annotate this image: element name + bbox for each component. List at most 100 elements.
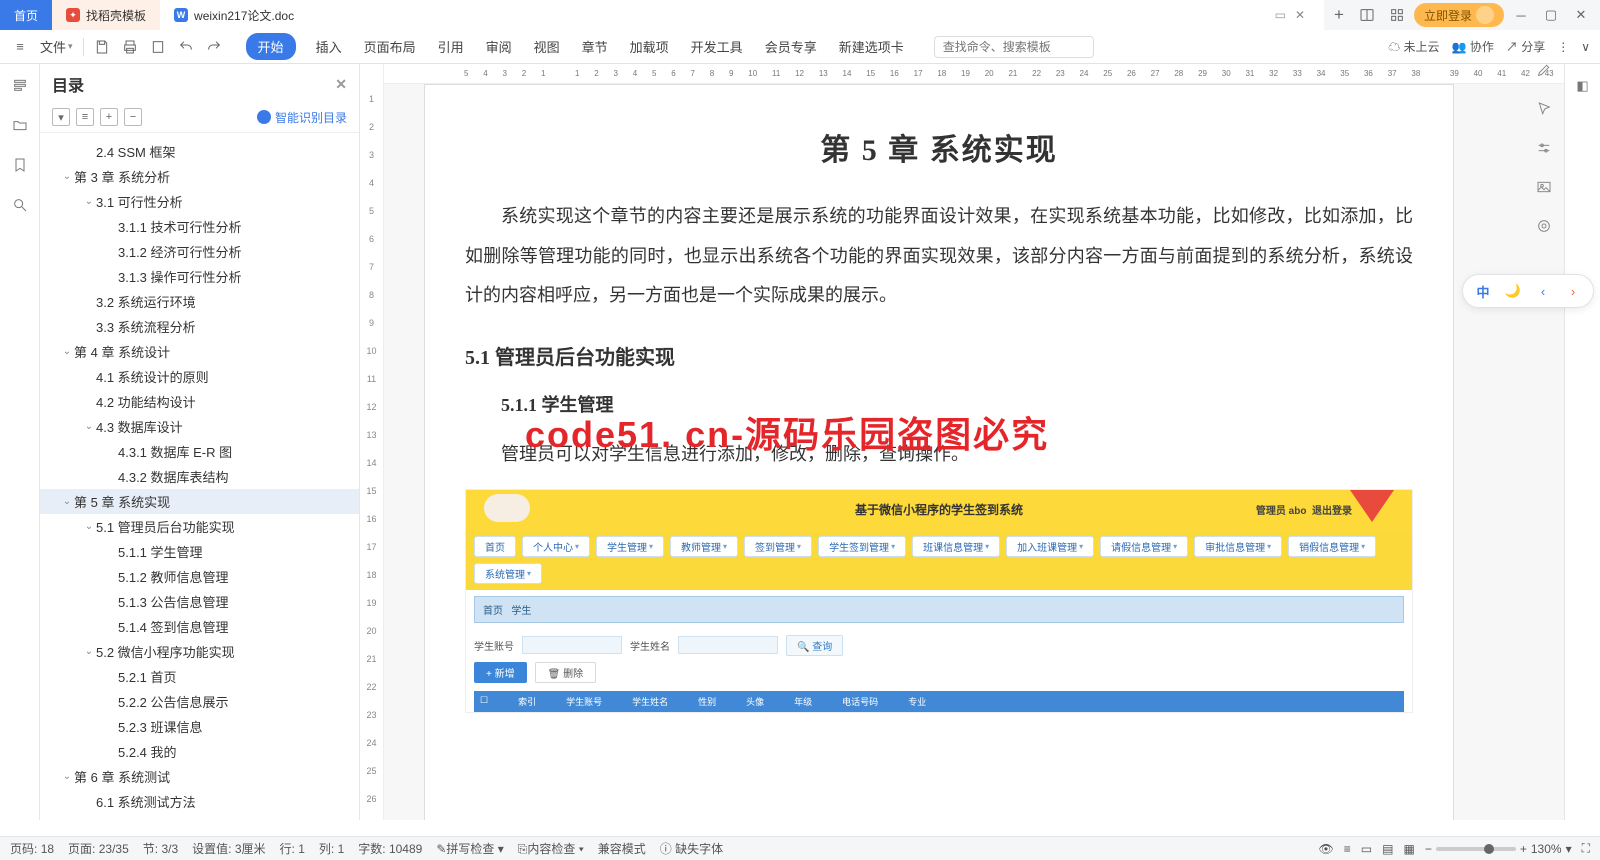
outline-item[interactable]: ⌄第 4 章 系统设计 (40, 339, 359, 364)
zoom-control[interactable]: − + 130% ▾ (1425, 842, 1572, 856)
layout-icon[interactable] (1354, 2, 1380, 28)
menu-插入[interactable]: 插入 (314, 33, 344, 60)
document-page: 第 5 章 系统实现 系统实现这个章节的内容主要还是展示系统的功能界面设计效果，… (424, 84, 1454, 820)
forward-icon[interactable]: › (1563, 281, 1583, 301)
close-icon[interactable]: ✕ (1568, 2, 1594, 28)
outline-item[interactable]: ⌄3.1 可行性分析 (40, 189, 359, 214)
tab-doc-title: weixin217论文.doc (194, 7, 294, 24)
collapse-icon[interactable]: ∨ (1581, 40, 1590, 54)
file-menu[interactable]: 文件 ▾ (38, 33, 75, 60)
save-icon[interactable] (92, 37, 112, 57)
smart-toc[interactable]: 智能识别目录 (257, 109, 347, 126)
maximize-icon[interactable]: ▢ (1538, 2, 1564, 28)
tab-home[interactable]: 首页 (0, 0, 52, 30)
missing-font[interactable]: ⓘ 缺失字体 (660, 840, 723, 857)
menu-加载项[interactable]: 加载项 (628, 33, 671, 60)
outline-item[interactable]: 6.1 系统测试方法 (40, 789, 359, 814)
cursor-icon[interactable] (1536, 101, 1552, 120)
tab-templates[interactable]: ✦找稻壳模板 (52, 0, 160, 30)
floating-toolbar[interactable]: 中 🌙 ‹ › (1462, 274, 1594, 308)
level-icon[interactable]: ≡ (76, 108, 94, 126)
outline-item[interactable]: 4.2 功能结构设计 (40, 389, 359, 414)
menu-引用[interactable]: 引用 (436, 33, 466, 60)
outline-item[interactable]: 3.1.1 技术可行性分析 (40, 214, 359, 239)
outline-item[interactable]: 5.2.1 首页 (40, 664, 359, 689)
compat-mode[interactable]: 兼容模式 (598, 840, 646, 857)
collapse-all-icon[interactable]: ▾ (52, 108, 70, 126)
undo-icon[interactable] (176, 37, 196, 57)
outline-item[interactable]: ⌄5.1 管理员后台功能实现 (40, 514, 359, 539)
outline-item[interactable]: 3.2 系统运行环境 (40, 289, 359, 314)
outline-item[interactable]: 2.4 SSM 框架 (40, 139, 359, 164)
tab-menu-icon[interactable]: ▭ (1275, 8, 1286, 22)
outline-item[interactable]: 5.1.2 教师信息管理 (40, 564, 359, 589)
more-icon[interactable]: ⋮ (1557, 40, 1569, 54)
back-icon[interactable]: ‹ (1533, 281, 1553, 301)
outline-item[interactable]: ⌄第 6 章 系统测试 (40, 764, 359, 789)
outline-item[interactable]: ⌄第 3 章 系统分析 (40, 164, 359, 189)
outline-item[interactable]: 5.2.3 班课信息 (40, 714, 359, 739)
outline-item[interactable]: 5.2.4 我的 (40, 739, 359, 764)
pen-icon[interactable] (1536, 62, 1552, 81)
outline-item[interactable]: 3.1.3 操作可行性分析 (40, 264, 359, 289)
target-icon[interactable] (1536, 218, 1552, 237)
view-eye-icon[interactable]: 👁 (1319, 842, 1334, 856)
minimize-icon[interactable]: ─ (1508, 2, 1534, 28)
outline-item[interactable]: ⌄4.3 数据库设计 (40, 414, 359, 439)
menu-开始[interactable]: 开始 (246, 33, 296, 60)
add-icon[interactable]: + (100, 108, 118, 126)
tab-close-icon[interactable]: ✕ (1290, 8, 1310, 22)
folder-icon[interactable] (9, 114, 31, 136)
panel-toggle-icon[interactable]: ◧ (1573, 76, 1593, 96)
outline-close-icon[interactable]: ✕ (335, 76, 347, 93)
login-button[interactable]: 立即登录 (1414, 3, 1504, 27)
outline-item[interactable]: 3.1.2 经济可行性分析 (40, 239, 359, 264)
view-web-icon[interactable]: ▤ (1382, 842, 1393, 856)
menu-章节[interactable]: 章节 (580, 33, 610, 60)
redo-icon[interactable] (204, 37, 224, 57)
new-tab-button[interactable]: + (1324, 5, 1354, 25)
cloud-status[interactable]: ☁ 未上云 (1388, 38, 1439, 55)
view-read-icon[interactable]: ▭ (1361, 842, 1372, 856)
menu-新建选项卡[interactable]: 新建选项卡 (837, 33, 906, 60)
print-icon[interactable] (120, 37, 140, 57)
menu-审阅[interactable]: 审阅 (484, 33, 514, 60)
outline-item[interactable]: 5.1.1 学生管理 (40, 539, 359, 564)
bookmark-icon[interactable] (9, 154, 31, 176)
outline-item[interactable]: 4.3.1 数据库 E-R 图 (40, 439, 359, 464)
spellcheck-button[interactable]: ✎拼写检查 ▾ (436, 840, 503, 857)
outline-item[interactable]: 6.2 系统测试分析 (40, 814, 359, 820)
remove-icon[interactable]: − (124, 108, 142, 126)
outline-item[interactable]: ⌄5.2 微信小程序功能实现 (40, 639, 359, 664)
view-print-icon[interactable]: ▦ (1403, 842, 1414, 856)
grid-icon[interactable] (1384, 2, 1410, 28)
share-button[interactable]: ↗ 分享 (1506, 38, 1545, 55)
outline-item[interactable]: 5.2.2 公告信息展示 (40, 689, 359, 714)
image-icon[interactable] (1536, 179, 1552, 198)
view-outline-icon[interactable]: ≡ (1344, 842, 1351, 856)
outline-item[interactable]: 4.3.2 数据库表结构 (40, 464, 359, 489)
settings-icon[interactable] (1536, 140, 1552, 159)
outline-item[interactable]: ⌄第 5 章 系统实现 (40, 489, 359, 514)
template-icon: ✦ (66, 8, 80, 22)
status-bar: 页码: 18 页面: 23/35 节: 3/3 设置值: 3厘米 行: 1 列:… (0, 836, 1600, 860)
tab-document[interactable]: W weixin217论文.doc ▭✕ (160, 0, 1324, 30)
content-check-button[interactable]: ⎘内容检查 ▾ (518, 840, 584, 857)
outline-item[interactable]: 5.1.3 公告信息管理 (40, 589, 359, 614)
menu-开发工具[interactable]: 开发工具 (689, 33, 745, 60)
fullscreen-icon[interactable]: ⛶ (1582, 841, 1590, 856)
moon-icon[interactable]: 🌙 (1503, 281, 1523, 301)
menu-视图[interactable]: 视图 (532, 33, 562, 60)
command-search[interactable] (934, 36, 1094, 58)
collab-button[interactable]: 👥 协作 (1452, 38, 1494, 55)
preview-icon[interactable] (148, 37, 168, 57)
menu-页面布局[interactable]: 页面布局 (362, 33, 418, 60)
search-icon[interactable] (9, 194, 31, 216)
outline-icon[interactable] (9, 74, 31, 96)
outline-item[interactable]: 3.3 系统流程分析 (40, 314, 359, 339)
ime-icon[interactable]: 中 (1473, 281, 1493, 301)
menu-会员专享[interactable]: 会员专享 (763, 33, 819, 60)
outline-item[interactable]: 5.1.4 签到信息管理 (40, 614, 359, 639)
outline-item[interactable]: 4.1 系统设计的原则 (40, 364, 359, 389)
menu-icon[interactable]: ≡ (10, 37, 30, 57)
